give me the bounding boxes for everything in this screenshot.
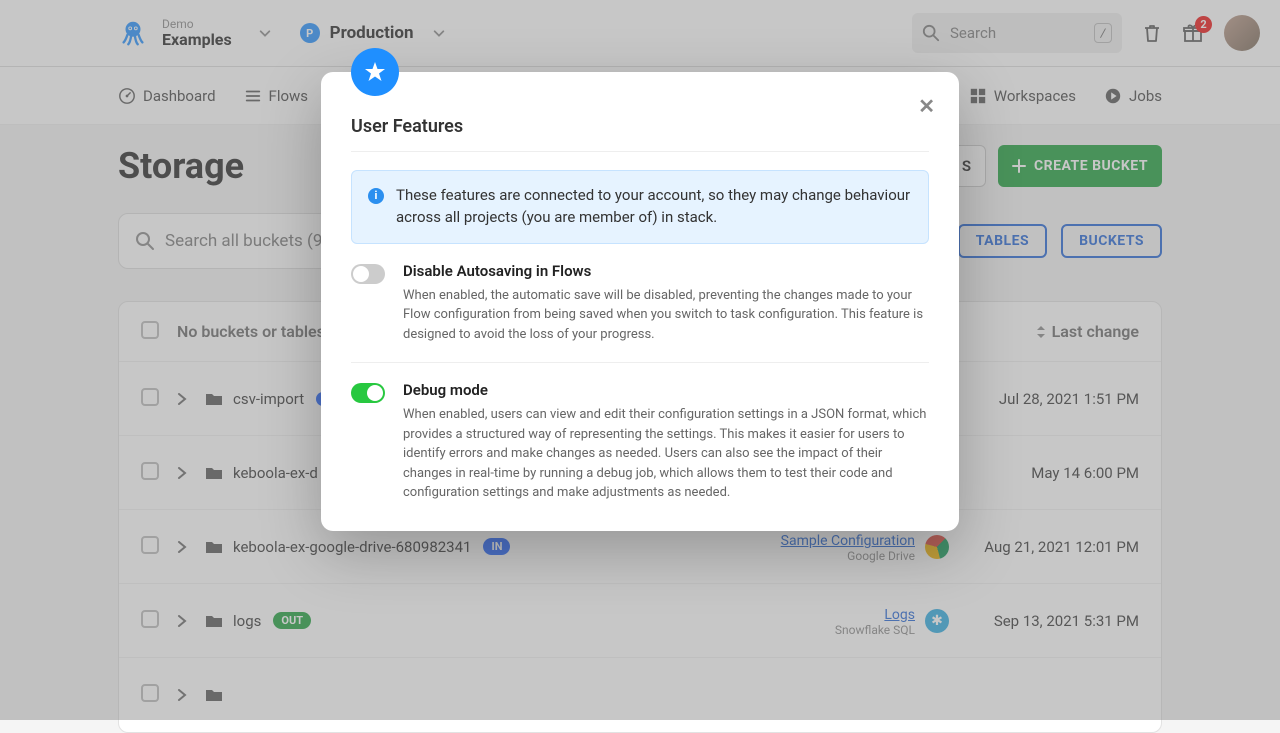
- star-badge-icon: [351, 48, 399, 96]
- close-button[interactable]: ✕: [918, 94, 935, 118]
- feature-row: Debug mode When enabled, users can view …: [351, 362, 929, 503]
- feature-desc: When enabled, the automatic save will be…: [403, 286, 929, 345]
- feature-toggle[interactable]: [351, 383, 385, 403]
- feature-desc: When enabled, users can view and edit th…: [403, 405, 929, 503]
- info-banner: i These features are connected to your a…: [351, 170, 929, 244]
- info-text: These features are connected to your acc…: [396, 185, 912, 229]
- user-features-modal: ✕ User Features i These features are con…: [321, 72, 959, 531]
- feature-row: Disable Autosaving in Flows When enabled…: [351, 244, 929, 345]
- feature-toggle[interactable]: [351, 264, 385, 284]
- modal-title: User Features: [351, 90, 929, 152]
- info-icon: i: [368, 188, 384, 204]
- feature-title: Debug mode: [403, 381, 929, 399]
- feature-title: Disable Autosaving in Flows: [403, 262, 929, 280]
- modal-overlay[interactable]: ✕ User Features i These features are con…: [0, 0, 1280, 720]
